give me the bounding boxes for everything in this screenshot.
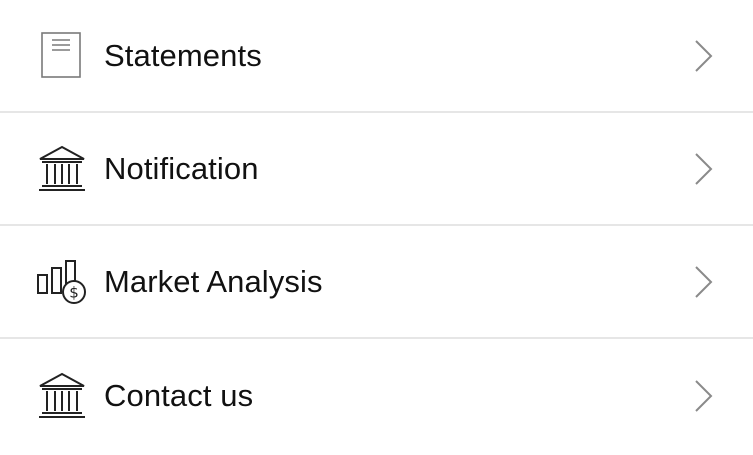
menu-item-statements[interactable]: Statements [0, 0, 753, 113]
bank-building-icon [36, 143, 88, 195]
chevron-right-icon [693, 151, 715, 187]
menu-item-notification[interactable]: Notification [0, 113, 753, 226]
chevron-right-icon [693, 38, 715, 74]
statement-document-icon [36, 30, 88, 82]
settings-menu-list: Statements Notification $ Market Analysi… [0, 0, 753, 455]
bank-building-icon [36, 370, 88, 422]
menu-item-label: Contact us [104, 377, 254, 413]
menu-item-contact-us[interactable]: Contact us [0, 339, 753, 452]
svg-text:$: $ [69, 283, 79, 301]
menu-item-label: Notification [104, 150, 259, 186]
menu-item-label: Market Analysis [104, 263, 323, 299]
menu-item-market-analysis[interactable]: $ Market Analysis [0, 226, 753, 339]
chevron-right-icon [693, 378, 715, 414]
chevron-right-icon [693, 264, 715, 300]
menu-item-label: Statements [104, 37, 262, 73]
chart-dollar-icon: $ [36, 256, 88, 308]
